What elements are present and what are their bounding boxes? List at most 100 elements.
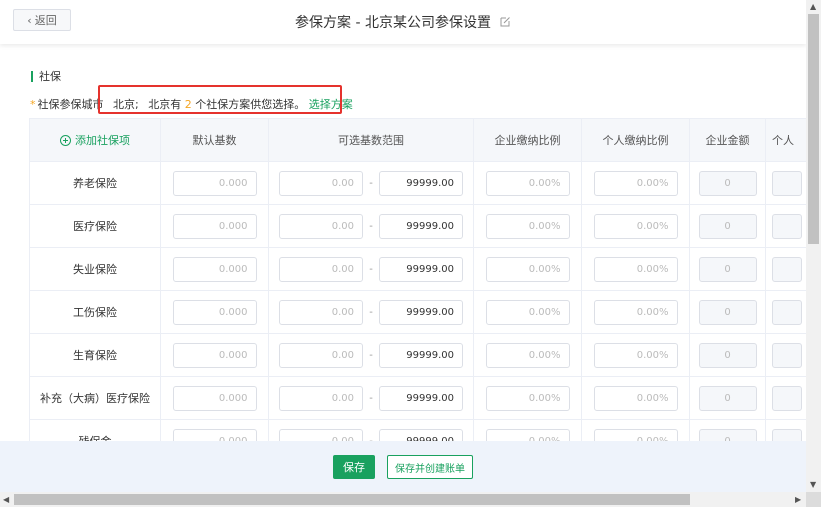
- vertical-scroll-thumb[interactable]: [808, 14, 819, 244]
- header-add-item: 添加社保项: [30, 119, 161, 161]
- insurance-name: 养老保险: [30, 162, 161, 204]
- header-personal-rate: 个人缴纳比例: [582, 119, 690, 161]
- title-bar: 参保方案 - 北京某公司参保设置: [0, 0, 806, 44]
- personal-amount-cell: [766, 248, 806, 290]
- header-base-range: 可选基数范围: [269, 119, 474, 161]
- base-range-cell: 0.00-99999.00: [269, 334, 474, 376]
- scroll-up-arrow-icon[interactable]: ▲: [810, 3, 816, 11]
- base-range-cell: 0.00-99999.00: [269, 248, 474, 290]
- default-base-cell: 0.000: [161, 205, 269, 247]
- enterprise-amount-input: 0: [698, 256, 757, 282]
- personal-amount-cell: [766, 205, 806, 247]
- default-base-cell: 0.000: [161, 334, 269, 376]
- range-dash: -: [369, 220, 373, 232]
- personal-amount-cell: [766, 291, 806, 333]
- base-max-input[interactable]: 99999.00: [379, 213, 463, 239]
- default-base-input[interactable]: 0.000: [172, 342, 257, 368]
- table-row: 失业保险 0.000 0.00-99999.00 0.00% 0.00% 0: [30, 248, 806, 291]
- personal-rate-cell: 0.00%: [582, 291, 690, 333]
- personal-amount-input: [772, 299, 802, 325]
- insurance-table: 添加社保项 默认基数 可选基数范围 企业缴纳比例 个人缴纳比例 企业金额 个人 …: [29, 118, 806, 463]
- personal-amount-input: [772, 213, 802, 239]
- required-mark: *: [30, 98, 36, 111]
- default-base-cell: 0.000: [161, 377, 269, 419]
- table-row: 工伤保险 0.000 0.00-99999.00 0.00% 0.00% 0: [30, 291, 806, 334]
- scroll-right-arrow-icon[interactable]: ▶: [795, 496, 801, 504]
- table-row: 生育保险 0.000 0.00-99999.00 0.00% 0.00% 0: [30, 334, 806, 377]
- enterprise-rate-input[interactable]: 0.00%: [485, 170, 570, 196]
- enterprise-rate-cell: 0.00%: [474, 205, 582, 247]
- base-max-input[interactable]: 99999.00: [379, 342, 463, 368]
- base-min-input[interactable]: 0.00: [279, 385, 363, 411]
- insurance-name: 医疗保险: [30, 205, 161, 247]
- range-dash: -: [369, 177, 373, 189]
- default-base-input[interactable]: 0.000: [172, 256, 257, 282]
- personal-amount-input: [772, 170, 802, 196]
- personal-rate-input[interactable]: 0.00%: [593, 170, 678, 196]
- base-min-input[interactable]: 0.00: [279, 342, 363, 368]
- insurance-name: 工伤保险: [30, 291, 161, 333]
- personal-rate-input[interactable]: 0.00%: [593, 342, 678, 368]
- enterprise-rate-input[interactable]: 0.00%: [485, 299, 570, 325]
- personal-rate-cell: 0.00%: [582, 248, 690, 290]
- default-base-input[interactable]: 0.000: [172, 213, 257, 239]
- base-min-input[interactable]: 0.00: [279, 299, 363, 325]
- table-row: 补充（大病）医疗保险 0.000 0.00-99999.00 0.00% 0.0…: [30, 377, 806, 420]
- page: 参保方案 - 北京某公司参保设置 ‹ 返回 社保 * 社保参保城市 北京; 北京有…: [0, 0, 806, 492]
- scroll-down-arrow-icon[interactable]: ▼: [810, 481, 816, 489]
- personal-rate-input[interactable]: 0.00%: [593, 213, 678, 239]
- enterprise-rate-input[interactable]: 0.00%: [485, 256, 570, 282]
- personal-amount-cell: [766, 162, 806, 204]
- default-base-input[interactable]: 0.000: [172, 170, 257, 196]
- insurance-name: 失业保险: [30, 248, 161, 290]
- personal-rate-input[interactable]: 0.00%: [593, 385, 678, 411]
- default-base-input[interactable]: 0.000: [172, 385, 257, 411]
- range-dash: -: [369, 349, 373, 361]
- base-max-input[interactable]: 99999.00: [379, 299, 463, 325]
- base-max-input[interactable]: 99999.00: [379, 385, 463, 411]
- enterprise-rate-input[interactable]: 0.00%: [485, 385, 570, 411]
- horizontal-scroll-thumb[interactable]: [14, 494, 690, 505]
- section-title: 社保: [31, 71, 61, 82]
- table-header-row: 添加社保项 默认基数 可选基数范围 企业缴纳比例 个人缴纳比例 企业金额 个人: [30, 119, 806, 162]
- scroll-left-arrow-icon[interactable]: ◀: [3, 496, 9, 504]
- header: 参保方案 - 北京某公司参保设置 ‹ 返回: [0, 0, 806, 44]
- back-button[interactable]: ‹ 返回: [13, 9, 71, 31]
- personal-rate-cell: 0.00%: [582, 377, 690, 419]
- add-item-label: 添加社保项: [75, 134, 130, 147]
- personal-rate-cell: 0.00%: [582, 205, 690, 247]
- enterprise-amount-input: 0: [698, 213, 757, 239]
- enterprise-amount-input: 0: [698, 385, 757, 411]
- default-base-input[interactable]: 0.000: [172, 299, 257, 325]
- personal-amount-cell: [766, 377, 806, 419]
- personal-rate-cell: 0.00%: [582, 334, 690, 376]
- enterprise-amount-input: 0: [698, 170, 757, 196]
- base-max-input[interactable]: 99999.00: [379, 256, 463, 282]
- personal-rate-cell: 0.00%: [582, 162, 690, 204]
- add-item-button[interactable]: 添加社保项: [60, 132, 130, 148]
- base-max-input[interactable]: 99999.00: [379, 170, 463, 196]
- range-dash: -: [369, 306, 373, 318]
- base-min-input[interactable]: 0.00: [279, 170, 363, 196]
- enterprise-amount-cell: 0: [690, 205, 766, 247]
- personal-rate-input[interactable]: 0.00%: [593, 256, 678, 282]
- header-enterprise-amount: 企业金额: [690, 119, 766, 161]
- enterprise-amount-input: 0: [698, 299, 757, 325]
- enterprise-rate-input[interactable]: 0.00%: [485, 213, 570, 239]
- edit-icon[interactable]: [499, 16, 511, 28]
- back-label: 返回: [34, 14, 57, 27]
- save-and-create-bill-button[interactable]: 保存并创建账单: [387, 455, 473, 479]
- base-range-cell: 0.00-99999.00: [269, 162, 474, 204]
- enterprise-amount-cell: 0: [690, 291, 766, 333]
- enterprise-rate-input[interactable]: 0.00%: [485, 342, 570, 368]
- base-range-cell: 0.00-99999.00: [269, 205, 474, 247]
- personal-rate-input[interactable]: 0.00%: [593, 299, 678, 325]
- table-row: 医疗保险 0.000 0.00-99999.00 0.00% 0.00% 0: [30, 205, 806, 248]
- header-default-base: 默认基数: [161, 119, 269, 161]
- enterprise-rate-cell: 0.00%: [474, 377, 582, 419]
- save-button[interactable]: 保存: [333, 455, 375, 479]
- base-range-cell: 0.00-99999.00: [269, 291, 474, 333]
- personal-amount-input: [772, 342, 802, 368]
- base-min-input[interactable]: 0.00: [279, 213, 363, 239]
- base-min-input[interactable]: 0.00: [279, 256, 363, 282]
